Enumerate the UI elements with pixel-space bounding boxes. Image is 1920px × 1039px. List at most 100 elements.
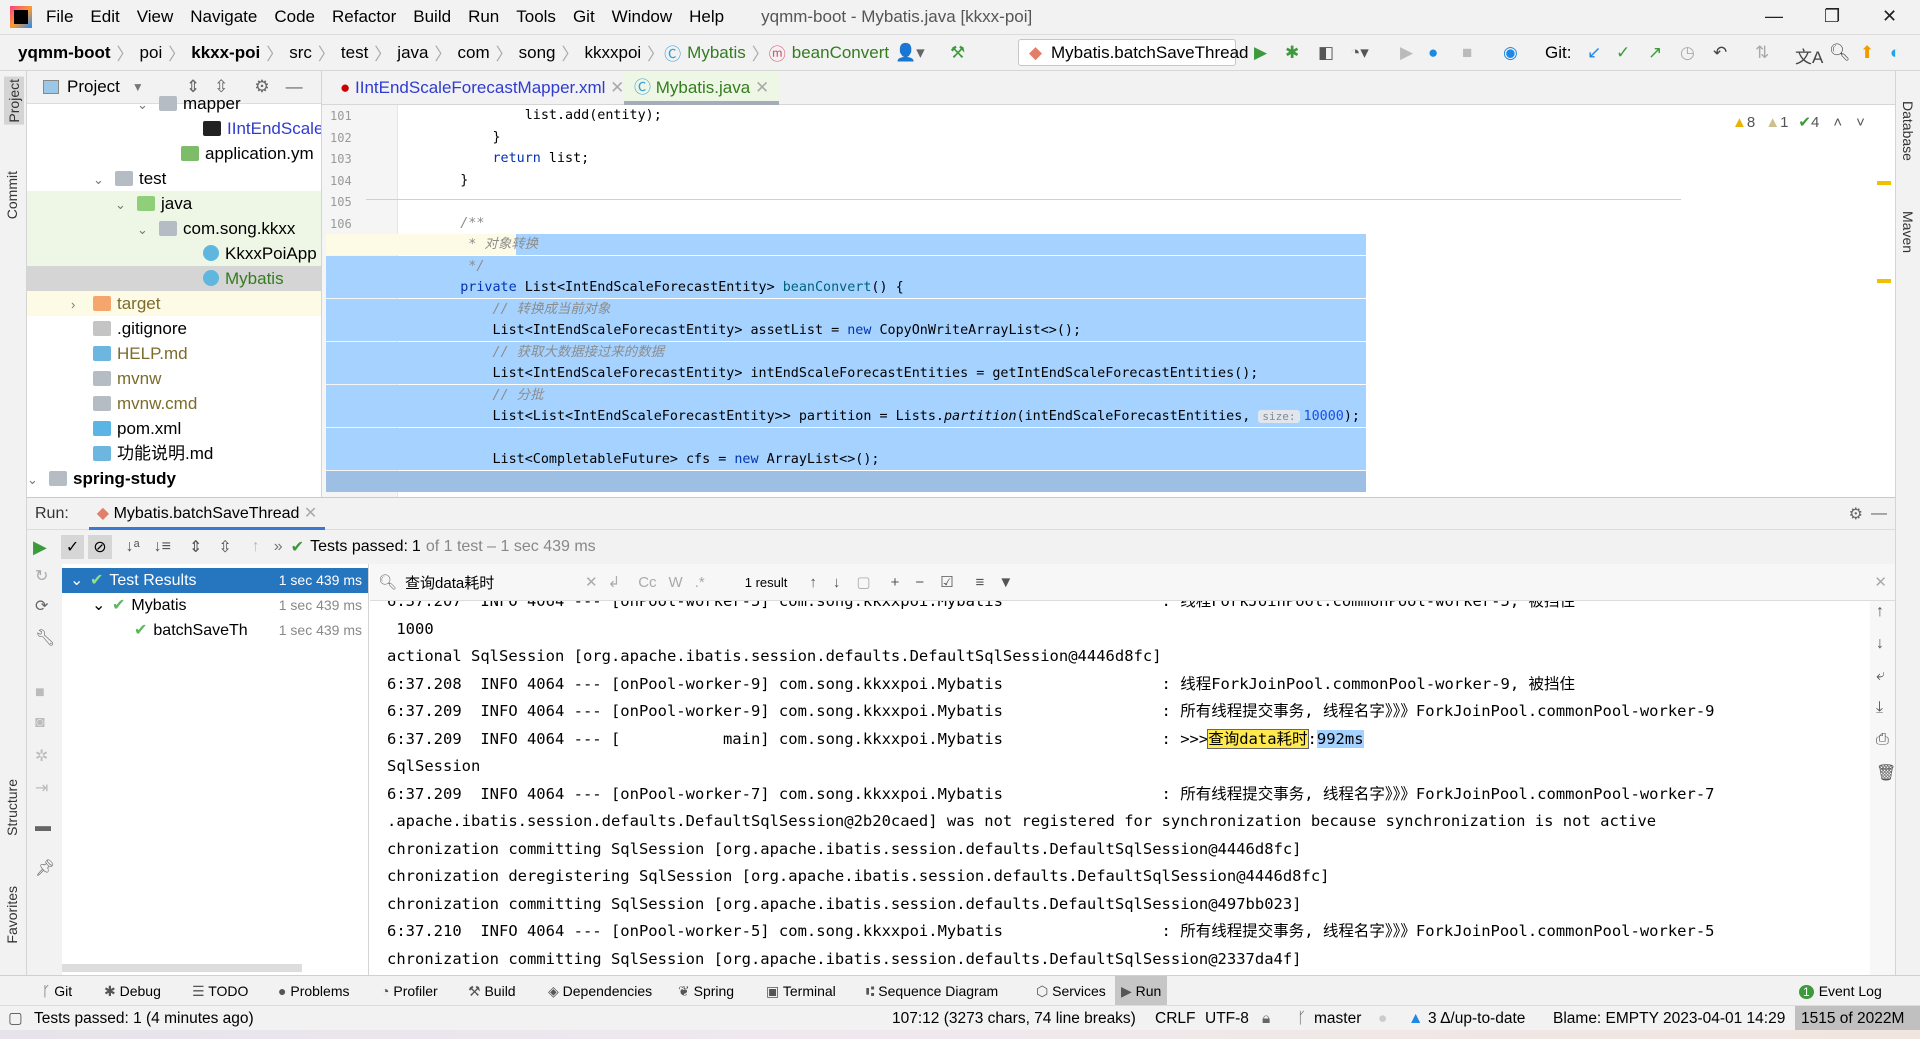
run-configuration-select[interactable]: ◆Mybatis.batchSaveThread▼	[1018, 39, 1249, 87]
tab-mapper-xml[interactable]: ● IIntEndScaleForecastMapper.xml ✕	[330, 71, 634, 105]
test-tree-item[interactable]: ⌄ ✔ Mybatis 1 sec 439 ms	[62, 593, 368, 618]
menu-file[interactable]: File	[46, 7, 73, 27]
user-icon[interactable]: 👤▾	[895, 43, 925, 63]
code-line[interactable]: private List<IntEndScaleForecastEntity> …	[326, 277, 1366, 298]
chevron-down-icon[interactable]: ⌄	[137, 92, 159, 116]
gauge-icon[interactable]: ◉	[1503, 43, 1518, 63]
show-passed-icon[interactable]: ✓	[60, 535, 85, 559]
settings-icon[interactable]: ✲	[35, 746, 48, 766]
profile-icon[interactable]: ◔▾	[1350, 43, 1369, 63]
tree-item[interactable]: ⌄ test	[27, 166, 321, 191]
rerun-failed-icon[interactable]: ↻	[35, 566, 48, 586]
restore-icon[interactable]: ❐	[1824, 6, 1840, 27]
code-line[interactable]: // 转换成当前对象	[326, 298, 1366, 320]
run-tab[interactable]: ◆ Mybatis.batchSaveThread ✕	[88, 498, 326, 530]
next-occurrence-icon[interactable]: ↓	[833, 574, 841, 591]
tool-window-terminal[interactable]: ▣ Terminal	[760, 976, 842, 1006]
breadcrumb-item[interactable]: beanConvert	[792, 43, 889, 63]
status-panel-icon[interactable]: ▢	[8, 1006, 23, 1031]
tool-window-debug[interactable]: ✱ Debug	[98, 976, 167, 1006]
filter-icon[interactable]: ▼	[998, 574, 1013, 591]
jrebel-icon[interactable]: ●	[1428, 43, 1438, 63]
debug-icon[interactable]: ✱	[1285, 43, 1299, 63]
code-line[interactable]: * 对象转换	[326, 234, 1366, 255]
console-output[interactable]: 6:37.207 INFO 4064 --- [onPool-worker-5]…	[370, 601, 1870, 976]
tree-item[interactable]: ⌄ java	[27, 191, 321, 216]
tool-window-build[interactable]: ⚒ Build	[462, 976, 522, 1006]
close-tab-icon[interactable]: ✕	[610, 78, 624, 97]
search-input[interactable]: 查询data耗时	[405, 572, 585, 593]
hide-icon[interactable]: —	[1871, 505, 1887, 523]
code-line[interactable]: /**	[398, 213, 1398, 234]
stop-icon[interactable]: ■	[35, 684, 45, 702]
code-line[interactable]	[326, 427, 1366, 449]
structure-tool-button[interactable]: Structure	[4, 779, 20, 836]
breadcrumb-item[interactable]: test	[341, 43, 368, 63]
tree-item[interactable]: ⌄ mapper	[27, 91, 321, 116]
breadcrumb-item[interactable]: poi	[140, 43, 163, 63]
code-line[interactable]: // 分批	[326, 384, 1366, 406]
status-message[interactable]: Tests passed: 1 (4 minutes ago)	[34, 1006, 254, 1031]
toggle-auto-test-icon[interactable]: ⟳	[35, 596, 48, 616]
breadcrumb-item[interactable]: src	[289, 43, 312, 63]
run-icon[interactable]: ▶	[1254, 43, 1267, 63]
close-tab-icon[interactable]: ✕	[755, 78, 769, 97]
wrench-icon[interactable]: 🔧︎	[35, 628, 55, 648]
select-all-occurrences-icon[interactable]: ▢	[856, 573, 870, 591]
inspection-widget[interactable]: ▲ 8 ▲ 1 ✔ 4 ˄ ˅	[1732, 113, 1865, 132]
code-line[interactable]: }	[398, 127, 1398, 148]
collapse-all-icon[interactable]: ⇳	[218, 537, 231, 557]
lock-icon[interactable]: 🔒︎	[1262, 1006, 1270, 1031]
new-line-icon[interactable]: ↲	[608, 573, 621, 591]
tool-window-todo[interactable]: ☰ TODO	[186, 976, 254, 1006]
git-branch[interactable]: master	[1314, 1006, 1361, 1031]
menu-edit[interactable]: Edit	[90, 7, 119, 27]
up-stack-icon[interactable]: ↑	[1876, 603, 1884, 621]
menu-run[interactable]: Run	[468, 7, 499, 27]
tool-window-problems[interactable]: ● Problems	[272, 976, 356, 1006]
pin-icon[interactable]: 📌︎	[35, 858, 55, 878]
chevron-down-icon[interactable]: ⌄	[137, 217, 159, 241]
previous-highlight-icon[interactable]: ˄	[1833, 114, 1842, 131]
menu-navigate[interactable]: Navigate	[190, 7, 257, 27]
tool-window-git[interactable]: ᚴ Git	[36, 976, 78, 1006]
coverage-icon[interactable]: ◧	[1318, 43, 1334, 63]
translate-icon[interactable]: 文A	[1795, 43, 1823, 68]
tree-item[interactable]: IIntEndScale	[27, 116, 321, 141]
tool-window-dependencies[interactable]: ◈ Dependencies	[542, 976, 658, 1006]
gear-icon[interactable]: ⚙	[1849, 504, 1863, 524]
show-ignored-icon[interactable]: ⊘	[88, 535, 112, 559]
chevron-down-icon[interactable]: ⌄	[92, 593, 112, 618]
search-icon[interactable]: 🔍︎	[1829, 43, 1851, 63]
test-tree-item[interactable]: ✔ batchSaveTh 1 sec 439 ms	[62, 618, 368, 643]
add-occurrence-icon[interactable]: +	[891, 574, 900, 591]
menu-tools[interactable]: Tools	[516, 7, 556, 27]
clear-all-icon[interactable]: 🗑︎	[1876, 763, 1896, 783]
code-line[interactable]	[398, 191, 1398, 212]
regex-toggle[interactable]: .*	[695, 574, 705, 591]
commit-tool-button[interactable]: Commit	[4, 171, 20, 219]
tree-item[interactable]: mvnw	[27, 366, 321, 391]
line-separator[interactable]: CRLF	[1155, 1006, 1195, 1031]
code-line[interactable]: list.add(entity);	[398, 105, 1398, 126]
compare-icon[interactable]: ⇅	[1755, 43, 1769, 63]
close-tab-icon[interactable]: ✕	[304, 505, 317, 522]
previous-failed-icon[interactable]: ↑	[252, 538, 260, 556]
breadcrumb-item[interactable]: com	[457, 43, 489, 63]
breadcrumb-item[interactable]: Mybatis	[687, 43, 746, 63]
favorites-tool-button[interactable]: Favorites	[4, 886, 20, 944]
menu-build[interactable]: Build	[413, 7, 451, 27]
select-all-icon[interactable]: ☑	[940, 573, 953, 591]
run-disabled-icon[interactable]: ▶	[1400, 43, 1413, 63]
menu-help[interactable]: Help	[689, 7, 724, 27]
soft-wrap-icon[interactable]: ⤶	[1876, 667, 1885, 685]
chevron-down-icon[interactable]: ⌄	[115, 192, 137, 216]
tree-item[interactable]: Mybatis	[27, 266, 321, 291]
vcs-status[interactable]: 3 Δ/up-to-date	[1428, 1006, 1525, 1031]
tree-item[interactable]: ⌄ spring-study	[27, 466, 321, 491]
tool-window-services[interactable]: ⬡ Services	[1030, 976, 1112, 1006]
caret-position[interactable]: 107:12 (3273 chars, 74 line breaks)	[892, 1006, 1136, 1031]
rerun-icon[interactable]: ▶	[33, 537, 47, 558]
menu-git[interactable]: Git	[573, 7, 595, 27]
chevron-down-icon[interactable]: ⌄	[27, 467, 49, 491]
